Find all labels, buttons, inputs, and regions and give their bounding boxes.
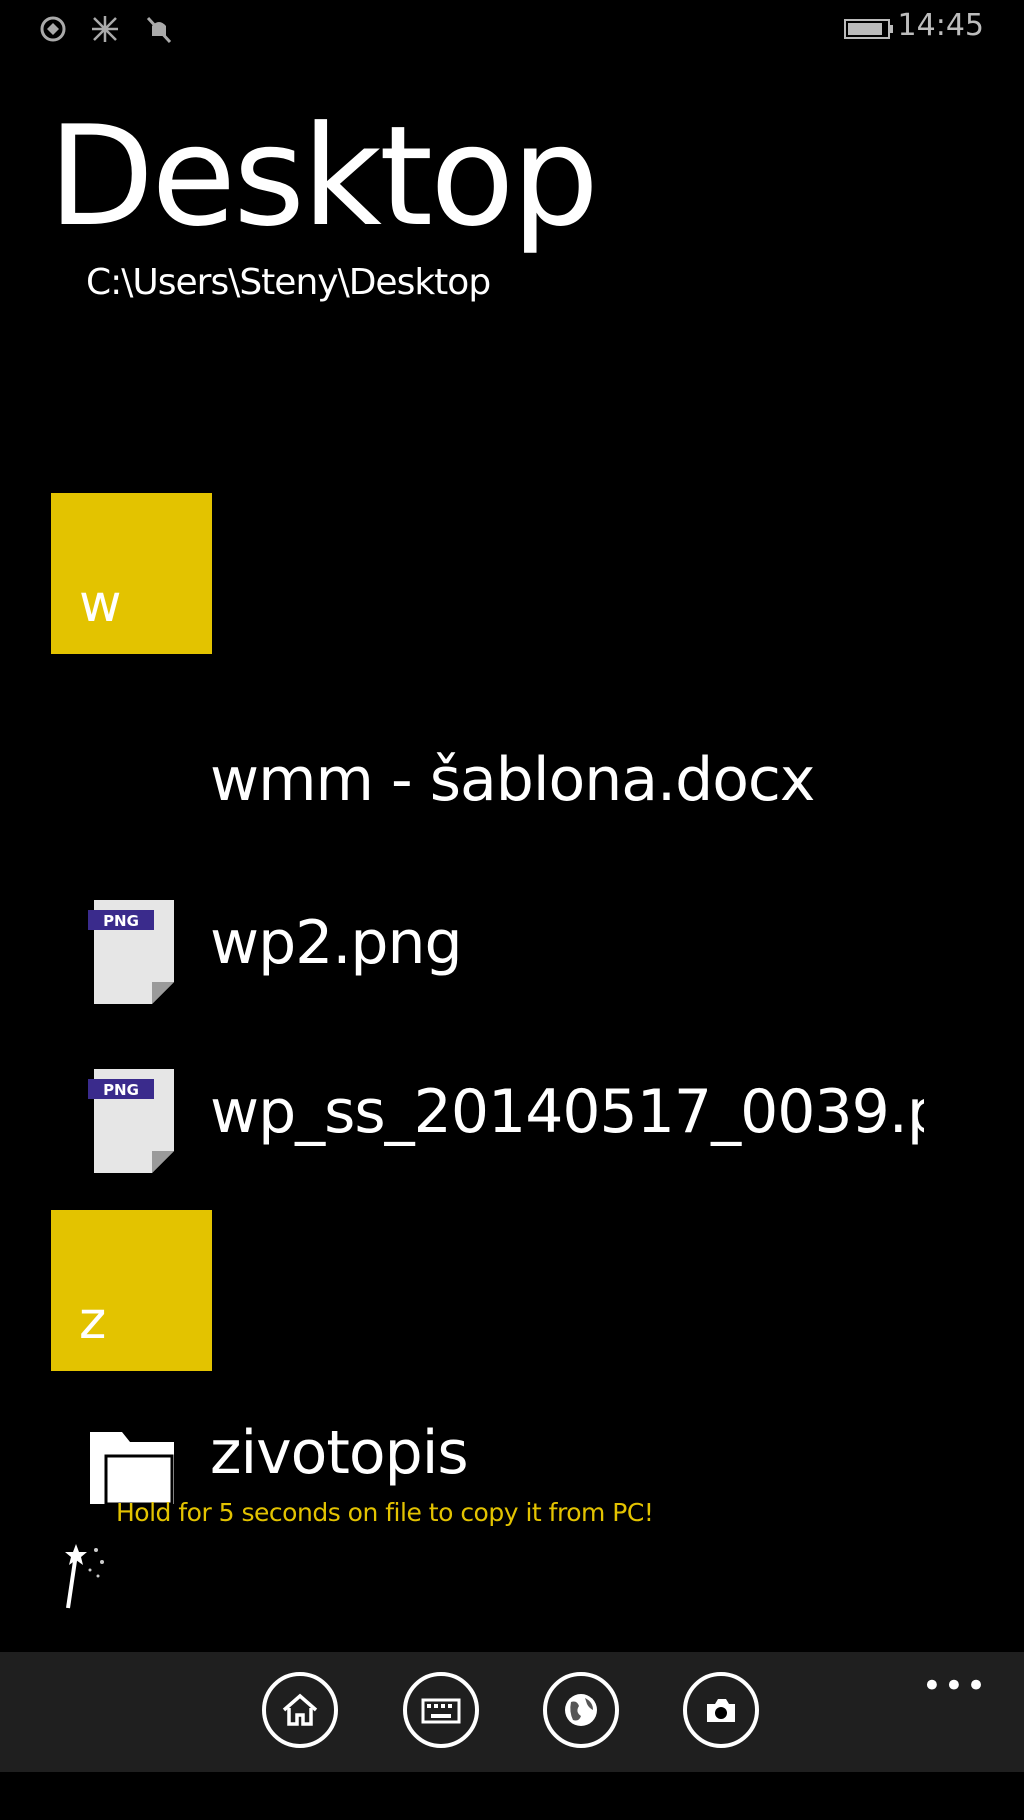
file-name: wp_ss_20140517_0039.p <box>210 1077 924 1147</box>
home-icon <box>282 1693 318 1726</box>
page-title: Desktop <box>48 96 599 257</box>
camera-icon <box>707 1699 735 1722</box>
globe-icon <box>565 1694 597 1726</box>
magic-wand-icon[interactable] <box>54 1540 124 1610</box>
group-letter: z <box>79 1291 107 1351</box>
png-file-icon: PNG <box>88 1069 174 1173</box>
group-header-z[interactable]: z <box>51 1210 212 1371</box>
keyboard-button[interactable] <box>403 1672 479 1748</box>
folder-name: zivotopis <box>210 1418 469 1488</box>
keyboard-icon <box>421 1698 461 1724</box>
file-item[interactable]: PNG wp_ss_20140517_0039.p <box>0 1065 924 1205</box>
camera-button[interactable] <box>683 1672 759 1748</box>
silent-icon <box>146 16 172 44</box>
file-item[interactable]: PNG wp2.png <box>0 896 924 1036</box>
png-file-icon: PNG <box>88 900 174 1004</box>
clock-time: 14:45 <box>897 8 984 43</box>
folder-item[interactable]: zivotopis <box>0 1418 924 1558</box>
file-item[interactable]: wmm - šablona.docx <box>0 745 924 885</box>
network-icon <box>92 16 118 42</box>
globe-button[interactable] <box>543 1672 619 1748</box>
file-name: wp2.png <box>210 908 463 978</box>
battery-icon <box>844 19 893 39</box>
more-options-button[interactable]: ••• <box>922 1666 988 1706</box>
copy-hint-text: Hold for 5 seconds on file to copy it fr… <box>116 1498 654 1527</box>
svg-text:PNG: PNG <box>103 912 139 930</box>
app-bar: ••• <box>0 1652 1024 1772</box>
file-name: wmm - šablona.docx <box>210 745 815 815</box>
folder-icon <box>90 1432 174 1506</box>
group-header-w[interactable]: w <box>51 493 212 654</box>
folder-path: C:\Users\Steny\Desktop <box>86 262 491 303</box>
svg-text:PNG: PNG <box>103 1081 139 1099</box>
status-bar: 14:45 <box>0 0 1024 60</box>
group-letter: w <box>79 574 122 634</box>
signal-icon <box>40 16 66 42</box>
home-button[interactable] <box>262 1672 338 1748</box>
